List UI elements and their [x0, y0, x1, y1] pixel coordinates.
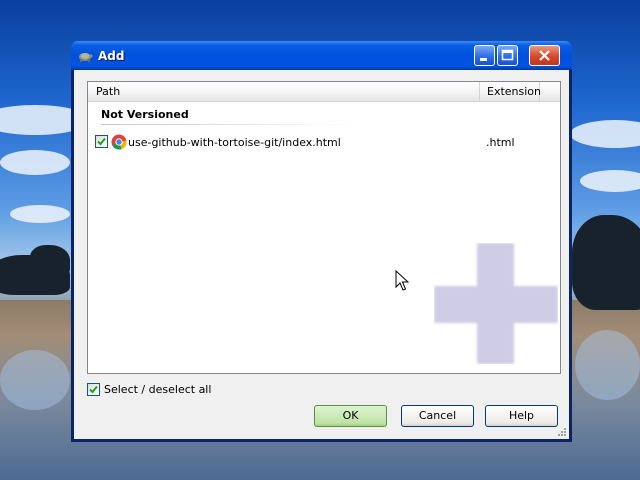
- column-header-path[interactable]: Path: [88, 82, 480, 101]
- list-item[interactable]: use-github-with-tortoise-git/index.html …: [92, 134, 558, 152]
- cancel-button[interactable]: Cancel: [401, 405, 474, 427]
- column-header-extension[interactable]: Extension: [480, 82, 542, 101]
- add-plus-icon: [434, 243, 558, 364]
- select-all-label: Select / deselect all: [104, 383, 212, 396]
- help-button[interactable]: Help: [485, 405, 558, 427]
- add-dialog: Add Path Extension Not Versioned use-git…: [71, 41, 572, 442]
- tortoise-icon: [79, 53, 93, 62]
- checkmark-icon: [97, 137, 106, 146]
- dialog-body: Path Extension Not Versioned use-github-…: [74, 70, 569, 439]
- maximize-button[interactable]: [497, 45, 518, 66]
- minimize-icon: [480, 58, 487, 61]
- ok-button[interactable]: OK: [314, 405, 387, 427]
- list-header: Path Extension: [88, 82, 560, 102]
- close-icon: [539, 50, 550, 61]
- minimize-button[interactable]: [474, 45, 495, 66]
- resize-grip-icon[interactable]: [557, 427, 567, 437]
- column-path-label: Path: [96, 85, 121, 98]
- file-path: use-github-with-tortoise-git/index.html: [128, 136, 341, 149]
- close-button[interactable]: [529, 45, 560, 66]
- mouse-cursor-icon: [395, 270, 409, 291]
- title-bar[interactable]: Add: [71, 41, 572, 70]
- column-extension-label: Extension: [487, 85, 542, 98]
- group-header-not-versioned: Not Versioned: [101, 108, 189, 121]
- group-divider: [101, 124, 361, 125]
- item-checkbox[interactable]: [95, 135, 108, 148]
- maximize-icon: [501, 49, 514, 61]
- select-all-checkbox[interactable]: [87, 383, 100, 396]
- checkmark-icon: [89, 385, 98, 394]
- window-title: Add: [98, 49, 125, 63]
- file-extension: .html: [486, 136, 515, 149]
- file-list[interactable]: Path Extension Not Versioned use-github-…: [87, 81, 561, 374]
- chrome-icon: [111, 134, 127, 150]
